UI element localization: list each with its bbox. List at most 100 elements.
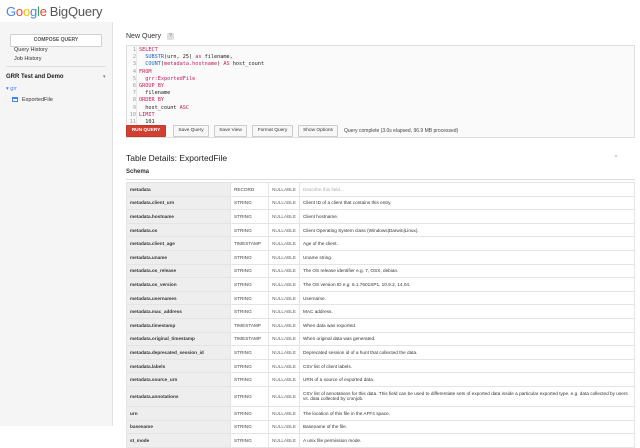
schema-row: metadata.timestamp TIMESTAMP NULLABLE When … [126,317,636,333]
field-type: TIMESTAMP [230,236,269,251]
field-mode: NULLABLE [268,263,300,279]
collapse-chevron-icon[interactable]: ⌄ [613,151,619,159]
code-line: 3 COUNT(metadata.hostname) AS host_count [127,61,634,68]
line-number: 8 [132,97,136,104]
product-name: BigQuery [49,4,103,19]
top-bar: Google BigQuery [0,0,640,22]
schema-row: metadata.mac_address STRING NULLABLE MAC ad… [126,304,636,319]
field-name: metadata.source_urn [126,372,231,387]
format-query-button[interactable]: Format Query [252,125,293,137]
schema-row: metadata.usernames STRING NULLABLE Username… [126,290,636,306]
dataset-item[interactable]: ▾ grr [6,86,17,92]
field-mode: NULLABLE [268,277,300,292]
line-number: 3 [132,61,136,68]
run-query-button[interactable]: RUN QUERY [126,125,166,137]
field-description[interactable]: Uname string. [298,249,636,265]
code-text: filename [139,90,171,97]
field-type: STRING [230,345,269,360]
bigquery-logo[interactable]: Google BigQuery [6,4,103,19]
line-number: 10 [129,111,136,118]
table-label: ExportedFile [22,97,53,103]
field-description[interactable]: The OS release identifier e.g. 7, OSX, d… [298,263,636,279]
code-line: 5 grr:ExportedFile [127,76,634,83]
field-name: metadata.labels [126,358,231,374]
main-panel: New Query ? 1 SELECT 2 SUBSTR(urn, 25) as … [113,22,640,448]
schema-row: metadata.os STRING NULLABLE Client Operatin… [126,222,636,238]
field-type: STRING [230,419,269,435]
table-icon [12,97,18,103]
code-line: 6 GROUP BY [127,83,634,90]
field-description[interactable]: Age of the client. [298,236,636,251]
field-type: STRING [230,433,269,448]
show-options-button[interactable]: Show Options [298,125,338,137]
sidebar-divider [6,66,106,67]
field-mode: NULLABLE [268,433,300,448]
code-line: 2 SUBSTR(urn, 25) as filename, [127,54,634,61]
field-description[interactable]: Client hostname. [298,209,636,224]
field-description[interactable]: Username. [298,290,636,306]
field-name: metadata.mac_address [126,304,231,319]
field-description[interactable]: MAC address. [298,304,636,319]
field-description[interactable]: Describe this field... [298,182,636,197]
field-description[interactable]: Deprecated session id of a hunt that col… [298,345,636,360]
field-mode: NULLABLE [268,195,300,211]
schema-row: metadata.annotations STRING NULLABLE CSV li… [126,385,636,407]
field-description[interactable]: CSV list of annotations for this data. T… [298,385,636,407]
code-text: GROUP BY [139,83,164,89]
field-mode: NULLABLE [268,249,300,265]
google-wordmark: Google [6,4,47,19]
line-number: 9 [132,104,136,111]
google-letter: o [15,4,23,19]
query-history-link[interactable]: Query History [14,47,48,53]
save-query-button[interactable]: Save Query [173,125,209,137]
field-type: STRING [230,209,269,224]
code-line: 10 LIMIT [127,112,634,119]
code-text: LIMIT [139,111,155,118]
compose-query-button[interactable]: COMPOSE QUERY [10,34,102,47]
line-number: 5 [132,75,136,82]
project-name[interactable]: GRR Test and Demo [6,74,64,80]
field-name: metadata.os [126,222,231,238]
field-mode: NULLABLE [268,405,300,421]
help-icon[interactable]: ? [167,33,174,40]
field-description[interactable]: When original data was generated. [298,331,636,347]
field-description[interactable]: CSV list of client labels. [298,358,636,374]
field-name: metadata.usernames [126,290,231,306]
field-mode: NULLABLE [268,209,300,224]
field-description[interactable]: A unix file permission mode. [298,433,636,448]
schema-row: metadata.uname STRING NULLABLE Uname string… [126,249,636,265]
new-query-title: New Query [126,33,162,40]
schema-row: metadata.original_timestamp TIMESTAMP NULL… [126,331,636,347]
field-type: TIMESTAMP [230,331,269,347]
job-history-link[interactable]: Job History [14,56,42,62]
field-description[interactable]: When data was exported. [298,317,636,333]
field-mode: NULLABLE [268,317,300,333]
field-description[interactable]: Basename of the file. [298,419,636,435]
save-view-button[interactable]: Save View [214,125,247,137]
schema-row: metadata.os_release STRING NULLABLE The OS … [126,263,636,279]
field-name: st_mode [126,433,231,448]
field-description[interactable]: Client Operating System class (Windows|D… [298,222,636,238]
schema-row: metadata.hostname STRING NULLABLE Client ho… [126,209,636,224]
chevron-down-icon[interactable]: ▾ [103,74,106,80]
code-text: COUNT(metadata.hostname) AS host_count [145,61,264,68]
google-letter: e [39,4,47,19]
google-letter: g [29,4,38,19]
field-name: basename [126,419,231,435]
field-description[interactable]: The OS version ID e.g. 6.1.7601SP1, 10.9… [298,277,636,292]
schema-row: basename STRING NULLABLE Basename of the fi… [126,419,636,435]
schema-row: metadata.client_urn STRING NULLABLE Client … [126,195,636,211]
google-letter: G [6,4,16,19]
field-mode: NULLABLE [268,222,300,238]
field-name: metadata.annotations [126,385,231,407]
table-item-exportedfile[interactable]: ExportedFile [12,95,110,105]
field-description[interactable]: URN of a source of exported data. [298,372,636,387]
field-mode: NULLABLE [268,290,300,306]
field-name: metadata.hostname [126,209,231,224]
code-text: host_count ASC [139,104,189,111]
field-name: metadata [126,182,231,197]
field-description[interactable]: Client ID of a client that contains this… [298,195,636,211]
field-description[interactable]: The location of this file in the AFF4 sp… [298,405,636,421]
code-text: grr:ExportedFile [145,75,196,82]
field-type: RECORD [230,182,269,197]
